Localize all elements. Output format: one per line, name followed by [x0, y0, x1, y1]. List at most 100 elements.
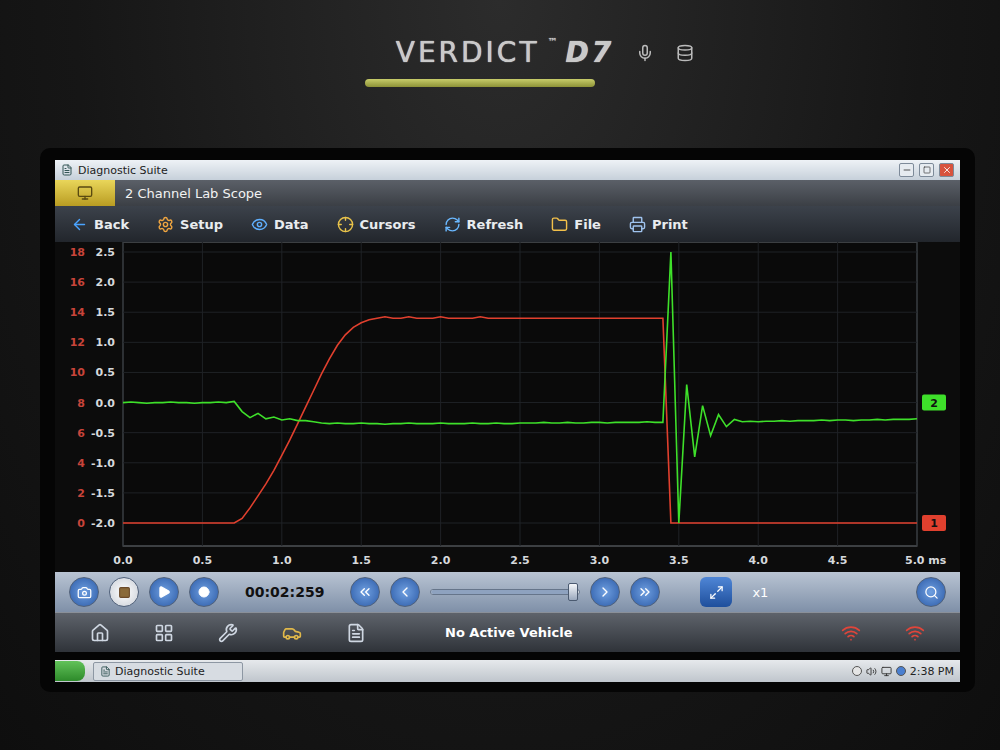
y-tick-label: 1.5 [96, 306, 116, 319]
y-tick-label: 6 [77, 427, 85, 440]
zoom-button[interactable] [916, 577, 946, 607]
y-tick-label: 2 [77, 487, 85, 500]
print-button[interactable]: Print [623, 212, 694, 237]
record-button[interactable] [189, 577, 219, 607]
brand: VERDICT [396, 36, 540, 69]
scan-tool: VERDICT™D7 Diagnostic Suite 2 Channel Lab … [0, 0, 1000, 750]
minimize-button[interactable] [899, 163, 914, 177]
file-icon [551, 216, 568, 233]
channel-marker[interactable]: 2 [922, 395, 946, 411]
task-icon [100, 666, 111, 677]
svg-text:2: 2 [930, 397, 938, 410]
snapshot-button[interactable] [69, 577, 99, 607]
grid-line [361, 242, 362, 546]
app-header: 2 Channel Lab Scope [55, 180, 960, 206]
rewind-button[interactable] [350, 577, 380, 607]
grid-line [123, 402, 917, 403]
top-bezel: VERDICT™D7 [0, 0, 1000, 148]
grid-line [123, 372, 917, 373]
toolbar-label: Print [652, 217, 688, 232]
file-button[interactable]: File [545, 212, 607, 237]
task-button[interactable]: Diagnostic Suite [93, 662, 243, 681]
toolbar-label: Data [274, 217, 309, 232]
chart-panel: 1816141210864202.52.01.51.00.50.0-0.5-1.… [55, 242, 960, 572]
magnifier-icon [924, 585, 939, 600]
clock: 2:38 PM [910, 665, 954, 678]
x-tick-label: 5.0 ms [905, 554, 947, 567]
data-button[interactable]: Data [245, 212, 315, 237]
monitor-icon [77, 185, 93, 201]
print-icon [629, 216, 646, 233]
setup-button[interactable]: Setup [151, 212, 229, 237]
y-tick-label: 0.0 [96, 397, 116, 410]
close-icon [942, 165, 952, 175]
setup-icon [157, 216, 174, 233]
toolbar-label: Setup [180, 217, 223, 232]
tools-button[interactable] [213, 620, 243, 646]
y-tick-label: -2.0 [91, 517, 115, 530]
refresh-button[interactable]: Refresh [438, 212, 530, 237]
start-button[interactable] [55, 661, 85, 681]
volume-icon [866, 666, 877, 677]
home-icon [90, 623, 110, 643]
grid-line [440, 242, 441, 546]
vehicle-button[interactable] [277, 620, 307, 646]
y-tick-label: 4 [77, 457, 85, 470]
play-button[interactable] [149, 577, 179, 607]
step-forward-button[interactable] [590, 577, 620, 607]
y-tick-label: 16 [70, 276, 86, 289]
apps-button[interactable] [149, 620, 179, 646]
grid-line [123, 432, 917, 433]
record-icon [198, 586, 210, 598]
y-tick-label: 1.0 [96, 336, 116, 349]
playback-controls: 00:02:259x1 [55, 572, 960, 612]
connection-button[interactable] [900, 620, 930, 646]
home-button[interactable] [85, 620, 115, 646]
window-title: Diagnostic Suite [78, 164, 894, 177]
x-tick-label: 0.0 [113, 554, 133, 567]
microphone-icon [636, 44, 654, 62]
grid-line [123, 342, 917, 343]
y-tick-label: 12 [70, 336, 85, 349]
back-button[interactable]: Back [65, 212, 135, 237]
step-back-button[interactable] [390, 577, 420, 607]
channel-marker[interactable]: 1 [922, 515, 946, 531]
x-tick-label: 0.5 [193, 554, 213, 567]
data-icon [251, 216, 268, 233]
x-tick-label: 2.5 [510, 554, 530, 567]
wifi-icon [841, 623, 861, 643]
system-tray: 2:38 PM [852, 665, 954, 678]
grid-line [123, 252, 917, 253]
docs-button[interactable] [341, 620, 371, 646]
close-button[interactable] [939, 163, 954, 177]
app-title: 2 Channel Lab Scope [125, 186, 262, 201]
cursors-button[interactable]: Cursors [331, 212, 422, 237]
wireless-button[interactable] [836, 620, 866, 646]
y-tick-label: 8 [77, 397, 85, 410]
grid-line [123, 492, 917, 493]
back-icon [71, 216, 88, 233]
playback-time: 00:02:259 [229, 584, 340, 600]
grid-line [520, 242, 521, 546]
y-tick-label: 14 [70, 306, 86, 319]
nav-bar: No Active Vehicle [55, 612, 960, 652]
minimize-icon [902, 165, 912, 175]
fit-button[interactable] [700, 577, 732, 607]
y-tick-label: 2.5 [96, 246, 116, 259]
playback-slider[interactable] [430, 589, 580, 595]
y-tick-label: 0.5 [96, 366, 116, 379]
task-label: Diagnostic Suite [115, 665, 205, 678]
wrench-icon [218, 623, 238, 643]
scope-icon [55, 180, 115, 206]
slider-thumb[interactable] [568, 583, 578, 601]
fit-icon [709, 585, 724, 600]
stop-button[interactable] [109, 577, 139, 607]
y-tick-label: -1.0 [91, 457, 115, 470]
maximize-button[interactable] [919, 163, 934, 177]
window-title-bar: Diagnostic Suite [55, 160, 960, 180]
signal-icon [905, 623, 925, 643]
fast-forward-button[interactable] [630, 577, 660, 607]
grid-line [917, 242, 918, 546]
toolbar-label: Refresh [467, 217, 524, 232]
fast-forward-icon [637, 584, 653, 600]
